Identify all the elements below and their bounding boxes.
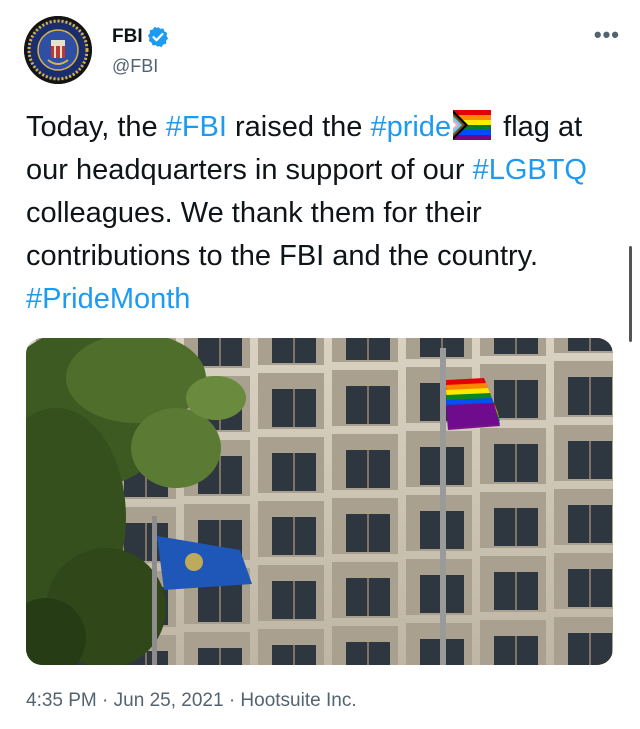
building-flags-photo xyxy=(26,338,613,665)
tweet-card: FBI @FBI ••• Today, the #FBI raised the … xyxy=(0,0,640,729)
meta-separator: · xyxy=(228,690,236,711)
window-mullion xyxy=(293,645,295,665)
tweet-source[interactable]: Hootsuite Inc. xyxy=(240,690,356,711)
window-mullion xyxy=(589,441,591,479)
tweet-header: FBI @FBI ••• xyxy=(24,16,624,88)
tweet-time[interactable]: 4:35 PM xyxy=(26,690,97,711)
window-mullion xyxy=(515,636,517,665)
hashtag-pride[interactable]: #pride xyxy=(370,111,451,143)
author-handle[interactable]: @FBI xyxy=(112,56,158,77)
fbi-seal-icon[interactable] xyxy=(24,16,92,84)
hashtag-pridemonth[interactable]: #PrideMonth xyxy=(26,283,190,315)
progress-pride-flag-icon xyxy=(453,110,492,140)
more-options-icon[interactable]: ••• xyxy=(594,22,620,48)
window-mullion xyxy=(515,572,517,610)
window-mullion xyxy=(515,508,517,546)
tweet-text-segment: colleagues. We thank them for their cont… xyxy=(26,197,539,272)
flagpole-right xyxy=(440,348,446,665)
scrollbar[interactable] xyxy=(629,246,632,342)
author-name-row[interactable]: FBI xyxy=(112,26,169,48)
flagpole-left xyxy=(152,516,157,665)
tweet-date[interactable]: Jun 25, 2021 xyxy=(114,690,224,711)
window-mullion xyxy=(367,514,369,552)
window-mullion xyxy=(515,444,517,482)
meta-separator: · xyxy=(102,690,109,711)
window-mullion xyxy=(219,456,221,494)
window-mullion xyxy=(367,642,369,665)
window-mullion xyxy=(589,569,591,607)
window-mullion xyxy=(145,523,147,561)
verified-badge-icon xyxy=(147,26,168,48)
tweet-text-segment: Today, the xyxy=(26,111,166,143)
window-mullion xyxy=(219,338,221,366)
window-mullion xyxy=(367,386,369,424)
window-mullion xyxy=(293,338,295,363)
window-mullion xyxy=(293,453,295,491)
tweet-text-segment: raised the xyxy=(226,111,371,143)
tweet-photo[interactable] xyxy=(26,338,613,665)
window-mullion xyxy=(515,338,517,354)
window-mullion xyxy=(219,648,221,665)
window-mullion xyxy=(589,633,591,665)
window-mullion xyxy=(589,338,591,351)
window-mullion xyxy=(515,380,517,418)
window-mullion xyxy=(293,581,295,619)
window-mullion xyxy=(367,450,369,488)
hashtag-lgbtq[interactable]: #LGBTQ xyxy=(473,154,587,186)
tweet-text: Today, the #FBI raised the #pride flag a… xyxy=(26,106,616,321)
author-name[interactable]: FBI xyxy=(112,26,143,48)
tweet-meta: 4:35 PM · Jun 25, 2021 · Hootsuite Inc. xyxy=(26,690,357,712)
window-mullion xyxy=(589,377,591,415)
window-mullion xyxy=(367,338,369,360)
window-mullion xyxy=(589,505,591,543)
window-mullion xyxy=(219,584,221,622)
window-mullion xyxy=(293,517,295,555)
window-mullion xyxy=(367,578,369,616)
hashtag-fbi[interactable]: #FBI xyxy=(166,111,227,143)
window-mullion xyxy=(293,389,295,427)
